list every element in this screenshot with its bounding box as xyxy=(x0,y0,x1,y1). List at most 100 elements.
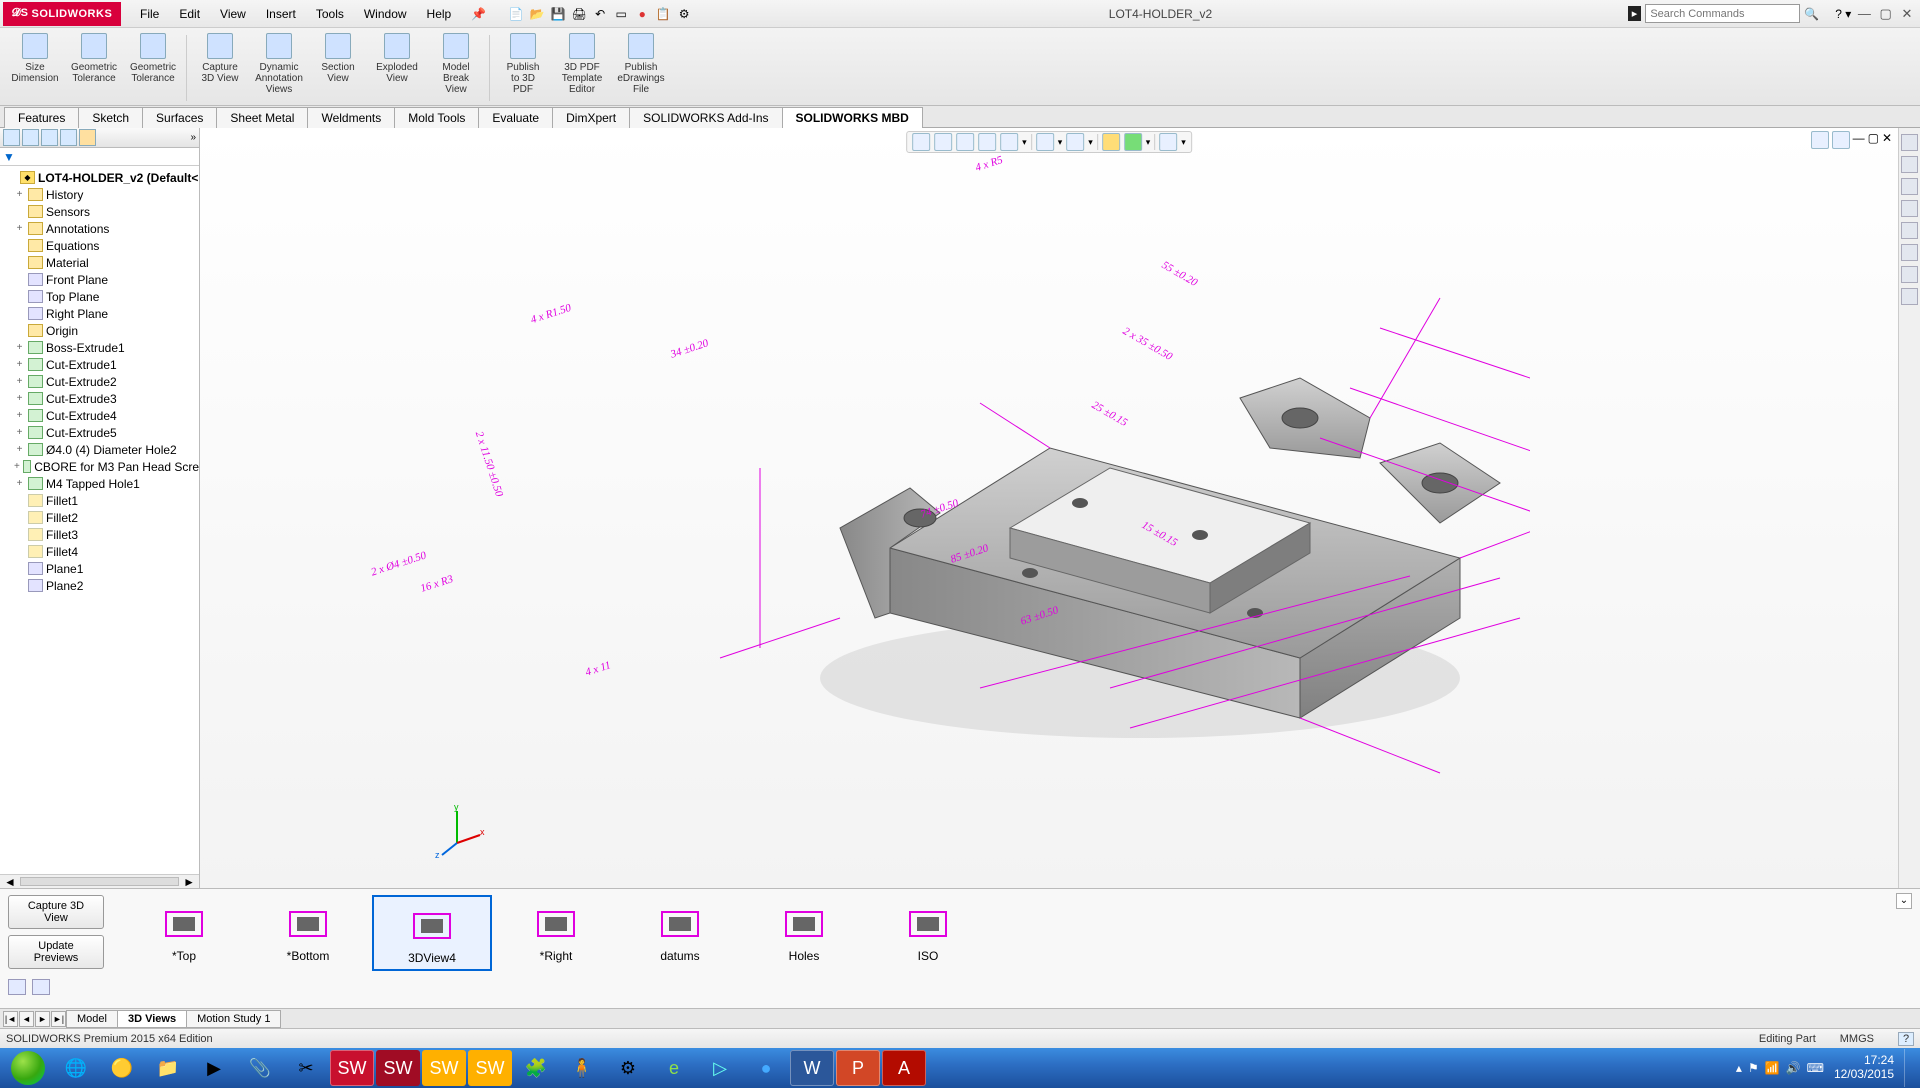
tree-toggle-icon[interactable]: + xyxy=(14,478,25,489)
dimension-label[interactable]: 2 x 11.50 ±0.50 xyxy=(473,430,505,498)
taskbar-app6-icon[interactable]: 🧍 xyxy=(560,1050,604,1086)
fm-tab-config-icon[interactable] xyxy=(41,129,58,146)
view-settings-icon[interactable] xyxy=(1159,133,1177,151)
dimension-label[interactable]: 4 x 11 xyxy=(584,659,613,678)
view-orient-icon[interactable] xyxy=(1000,133,1018,151)
tree-toggle-icon[interactable]: + xyxy=(14,189,25,200)
tab-dimxpert[interactable]: DimXpert xyxy=(552,107,630,128)
taskbar-app5-icon[interactable]: 🧩 xyxy=(514,1050,558,1086)
status-help-icon[interactable]: ? xyxy=(1898,1032,1914,1046)
tree-item[interactable]: +Cut-Extrude1 xyxy=(0,356,199,373)
tab-nav-prev-icon[interactable]: ◄ xyxy=(19,1011,34,1027)
viewport-close-icon[interactable]: ✕ xyxy=(1882,131,1892,149)
tree-toggle-icon[interactable]: + xyxy=(14,444,25,455)
tray-vol-icon[interactable]: 🔊 xyxy=(1786,1061,1801,1075)
dimension-label[interactable]: 4 x R5 xyxy=(974,154,1004,174)
ribbon-model[interactable]: ModelBreakView xyxy=(427,31,485,97)
ribbon-dynamic[interactable]: DynamicAnnotationViews xyxy=(250,31,308,97)
menu-file[interactable]: File xyxy=(131,4,168,24)
bottom-tab-motion-study-1[interactable]: Motion Study 1 xyxy=(186,1010,281,1028)
close-icon[interactable]: ✕ xyxy=(1898,6,1916,22)
tray-flag-icon[interactable]: ⚑ xyxy=(1748,1061,1759,1075)
viewport-link-icon[interactable] xyxy=(1811,131,1829,149)
taskbar-draftsight-icon[interactable]: ▷ xyxy=(698,1050,742,1086)
hide-show-icon[interactable] xyxy=(1066,133,1084,151)
taskpane-view-palette-icon[interactable] xyxy=(1901,222,1918,239)
ribbon-publish[interactable]: PublisheDrawingsFile xyxy=(612,31,670,97)
tree-item[interactable]: +Annotations xyxy=(0,220,199,237)
feature-filter-bar[interactable]: ▼ xyxy=(0,148,199,166)
menu-tools[interactable]: Tools xyxy=(307,4,353,24)
tab-solidworks-mbd[interactable]: SOLIDWORKS MBD xyxy=(782,107,923,128)
new-doc-icon[interactable]: 📄 xyxy=(507,5,525,23)
tray-net-icon[interactable]: 📶 xyxy=(1765,1061,1780,1075)
taskbar-media-icon[interactable]: ▶ xyxy=(192,1050,236,1086)
taskpane-forum-icon[interactable] xyxy=(1901,288,1918,305)
ribbon-3d-pdf[interactable]: 3D PDFTemplateEditor xyxy=(553,31,611,97)
ribbon-geometric[interactable]: GeometricTolerance xyxy=(65,31,123,86)
menu-view[interactable]: View xyxy=(211,4,255,24)
tree-item[interactable]: Fillet3 xyxy=(0,526,199,543)
tree-toggle-icon[interactable]: + xyxy=(14,427,25,438)
apply-scene-icon[interactable] xyxy=(1124,133,1142,151)
tree-item[interactable]: Front Plane xyxy=(0,271,199,288)
status-units[interactable]: MMGS xyxy=(1840,1033,1874,1045)
tree-item[interactable]: Equations xyxy=(0,237,199,254)
tree-item[interactable]: Material xyxy=(0,254,199,271)
tree-root[interactable]: ◆LOT4-HOLDER_v2 (Default< xyxy=(0,169,199,186)
bottom-tab-3d-views[interactable]: 3D Views xyxy=(117,1010,187,1028)
options-icon[interactable]: 📋 xyxy=(654,5,672,23)
select-icon[interactable]: ▭ xyxy=(612,5,630,23)
tree-toggle-icon[interactable]: + xyxy=(14,461,20,472)
taskpane-appearance-icon[interactable] xyxy=(1901,244,1918,261)
taskbar-sw4-icon[interactable]: SW xyxy=(468,1050,512,1086)
tree-item[interactable]: +Boss-Extrude1 xyxy=(0,339,199,356)
tree-item[interactable]: +M4 Tapped Hole1 xyxy=(0,475,199,492)
search-run-icon[interactable]: ▸ xyxy=(1628,6,1642,21)
taskbar-app7-icon[interactable]: ⚙ xyxy=(606,1050,650,1086)
tree-scrollbar[interactable]: ◄► xyxy=(0,874,199,888)
capture-3d-view-button[interactable]: Capture 3D View xyxy=(8,895,104,929)
view-thumb-iso[interactable]: ISO xyxy=(868,895,988,971)
fm-tab-feature-tree-icon[interactable] xyxy=(3,129,20,146)
taskbar-clock[interactable]: 17:2412/03/2015 xyxy=(1834,1054,1894,1082)
view-thumb-3dview4[interactable]: 3DView4 xyxy=(372,895,492,971)
views-bar-collapse-icon[interactable]: ⌄ xyxy=(1896,893,1912,909)
tray-up-icon[interactable]: ▴ xyxy=(1736,1061,1742,1075)
taskbar-sw2-icon[interactable]: SW xyxy=(376,1050,420,1086)
taskbar-app10-icon[interactable]: ● xyxy=(744,1050,788,1086)
tree-toggle-icon[interactable]: + xyxy=(14,410,25,421)
tab-mold-tools[interactable]: Mold Tools xyxy=(394,107,479,128)
viewport-max-icon[interactable]: ▢ xyxy=(1868,131,1879,149)
viewport-min-icon[interactable]: — xyxy=(1853,131,1865,149)
taskpane-design-lib-icon[interactable] xyxy=(1901,178,1918,195)
tree-item[interactable]: Fillet2 xyxy=(0,509,199,526)
edit-appearance-icon[interactable] xyxy=(1102,133,1120,151)
tab-nav-first-icon[interactable]: |◄ xyxy=(3,1011,18,1027)
restore-icon[interactable]: ▢ xyxy=(1877,6,1895,22)
tab-evaluate[interactable]: Evaluate xyxy=(478,107,553,128)
search-icon[interactable]: 🔍 xyxy=(1804,7,1819,21)
view-thumb-bottom[interactable]: *Bottom xyxy=(248,895,368,971)
taskbar-solidworks-icon[interactable]: SW xyxy=(330,1050,374,1086)
taskbar-explorer-icon[interactable]: 📁 xyxy=(146,1050,190,1086)
view-thumb-top[interactable]: *Top xyxy=(124,895,244,971)
fm-collapse-icon[interactable]: » xyxy=(190,132,196,143)
taskbar-sw3-icon[interactable]: SW xyxy=(422,1050,466,1086)
feature-tree[interactable]: ◆LOT4-HOLDER_v2 (Default<+HistorySensors… xyxy=(0,166,199,874)
print-icon[interactable]: 🖨 xyxy=(570,5,588,23)
ribbon-publish[interactable]: Publishto 3DPDF xyxy=(494,31,552,97)
view-thumb-holes[interactable]: Holes xyxy=(744,895,864,971)
tab-weldments[interactable]: Weldments xyxy=(307,107,395,128)
menu-window[interactable]: Window xyxy=(355,4,416,24)
orientation-triad[interactable]: y x z xyxy=(430,803,485,858)
fm-tab-display-icon[interactable] xyxy=(79,129,96,146)
ribbon-geometric[interactable]: GeometricTolerance xyxy=(124,31,182,86)
taskpane-explorer-icon[interactable] xyxy=(1901,200,1918,217)
dimension-label[interactable]: 16 x R3 xyxy=(419,573,455,595)
tree-item[interactable]: Top Plane xyxy=(0,288,199,305)
view-thumb-datums[interactable]: datums xyxy=(620,895,740,971)
dimension-label[interactable]: 4 x R1.50 xyxy=(529,302,573,326)
tree-item[interactable]: Plane1 xyxy=(0,560,199,577)
tree-toggle-icon[interactable]: + xyxy=(14,342,25,353)
